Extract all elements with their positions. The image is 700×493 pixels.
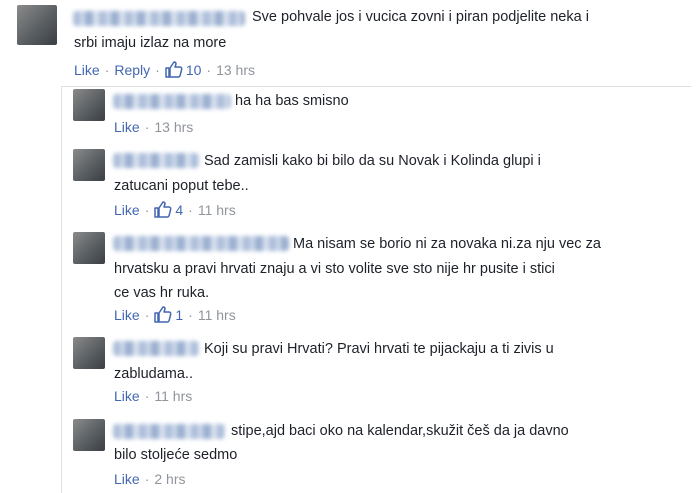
comment-text-line: zabludama.. bbox=[114, 366, 193, 382]
comment-text-line: zatucani poput tebe.. bbox=[114, 178, 249, 194]
timestamp[interactable]: 11 hrs bbox=[198, 202, 236, 218]
like-button[interactable]: Like bbox=[114, 119, 140, 135]
comment-text-line: Sad zamisli kako bi bilo da su Novak i K… bbox=[204, 153, 541, 169]
timestamp[interactable]: 11 hrs bbox=[198, 307, 236, 323]
comment-text-line: bilo stoljeće sedmo bbox=[114, 447, 238, 463]
timestamp[interactable]: 13 hrs bbox=[216, 62, 255, 78]
thumbs-up-icon bbox=[165, 61, 183, 78]
separator: · bbox=[188, 201, 193, 218]
like-count-value: 1 bbox=[175, 306, 184, 323]
commenter-name[interactable] bbox=[113, 341, 199, 356]
avatar[interactable] bbox=[17, 5, 57, 45]
comment-actions: Like · 11 hrs bbox=[114, 388, 192, 404]
separator: · bbox=[144, 388, 150, 404]
like-button[interactable]: Like bbox=[114, 388, 140, 404]
thread-line bbox=[61, 86, 62, 493]
comment-text-line: stipe,ajd baci oko na kalendar,skužit če… bbox=[231, 423, 569, 439]
comment-actions: Like · 13 hrs bbox=[114, 119, 193, 135]
separator: · bbox=[206, 61, 212, 78]
commenter-name[interactable] bbox=[113, 153, 199, 168]
separator: · bbox=[144, 119, 150, 135]
separator: · bbox=[188, 306, 193, 323]
comment-text-line: srbi imaju izlaz na more bbox=[74, 35, 227, 51]
comment-actions: Like · 4 · 11 hrs bbox=[114, 201, 236, 218]
thumbs-up-icon bbox=[154, 306, 172, 323]
like-count-value: 4 bbox=[175, 201, 184, 218]
avatar[interactable] bbox=[73, 232, 105, 264]
commenter-name[interactable] bbox=[73, 11, 245, 26]
separator: · bbox=[144, 471, 150, 487]
reply-button[interactable]: Reply bbox=[114, 62, 150, 78]
comment-text-line: hrvatsku a pravi hrvati znaju a vi sto v… bbox=[114, 261, 555, 277]
commenter-name[interactable] bbox=[113, 236, 289, 251]
comment-text-line: Sve pohvale jos i vucica zovni i piran p… bbox=[252, 9, 589, 25]
like-count[interactable]: 4 bbox=[154, 201, 183, 218]
separator: · bbox=[104, 61, 110, 78]
commenter-name[interactable] bbox=[113, 94, 231, 109]
comment-text-line: ha ha bas smisno bbox=[235, 93, 349, 109]
like-button[interactable]: Like bbox=[114, 471, 140, 487]
avatar[interactable] bbox=[73, 149, 105, 181]
separator: · bbox=[155, 61, 160, 78]
avatar[interactable] bbox=[73, 337, 105, 369]
timestamp[interactable]: 11 hrs bbox=[154, 388, 192, 404]
timestamp[interactable]: 2 hrs bbox=[154, 471, 185, 487]
separator: · bbox=[144, 201, 150, 218]
avatar[interactable] bbox=[73, 89, 105, 121]
like-button[interactable]: Like bbox=[114, 202, 140, 218]
comment-text-line: ce vas hr ruka. bbox=[114, 285, 210, 301]
separator: · bbox=[144, 306, 150, 323]
comment-text-line: Koji su pravi Hrvati? Pravi hrvati te pi… bbox=[204, 341, 554, 357]
like-count-value: 10 bbox=[185, 61, 202, 78]
thumbs-up-icon bbox=[154, 201, 172, 218]
like-count[interactable]: 10 bbox=[165, 61, 202, 78]
avatar[interactable] bbox=[73, 419, 105, 451]
like-button[interactable]: Like bbox=[114, 307, 140, 323]
thread-top-border bbox=[61, 86, 691, 87]
comment-actions: Like · 2 hrs bbox=[114, 471, 185, 487]
comment-actions: Like · 1 · 11 hrs bbox=[114, 306, 236, 323]
comment-text-line: Ma nisam se borio ni za novaka ni.za nju… bbox=[293, 236, 601, 252]
timestamp[interactable]: 13 hrs bbox=[154, 119, 193, 135]
comment-actions: Like · Reply · 10 · 13 hrs bbox=[74, 61, 255, 78]
like-count[interactable]: 1 bbox=[154, 306, 183, 323]
like-button[interactable]: Like bbox=[74, 62, 100, 78]
commenter-name[interactable] bbox=[113, 424, 225, 439]
